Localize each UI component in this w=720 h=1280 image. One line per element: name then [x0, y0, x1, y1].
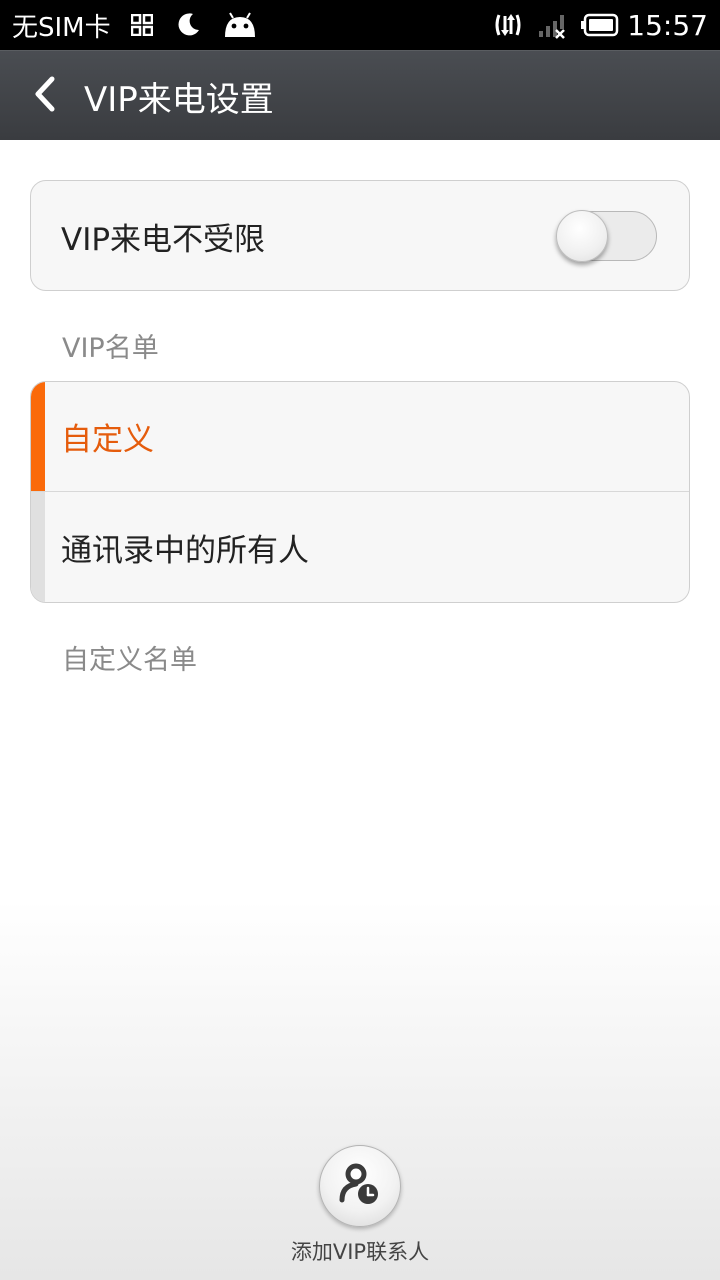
option-all-contacts[interactable]: 通讯录中的所有人	[31, 492, 689, 602]
title-bar: VIP来电设置	[0, 50, 720, 140]
vip-unrestricted-row[interactable]: VIP来电不受限	[30, 180, 690, 291]
back-button[interactable]	[20, 67, 70, 125]
unselected-indicator	[31, 492, 45, 602]
add-vip-contact-button[interactable]	[319, 1145, 401, 1227]
status-left: 无SIM卡	[12, 0, 279, 50]
option-custom-label: 自定义	[61, 422, 154, 458]
custom-list-header: 自定义名单	[62, 645, 197, 676]
selected-indicator	[31, 382, 45, 491]
status-right: 15:57	[479, 0, 708, 50]
option-custom[interactable]: 自定义	[31, 382, 689, 492]
page-title: VIP来电设置	[84, 79, 274, 120]
clock: 15:57	[627, 8, 708, 42]
data-sync-icon	[493, 11, 523, 39]
add-contact-icon	[336, 1160, 384, 1212]
vip-unrestricted-switch[interactable]	[556, 210, 657, 262]
moon-icon	[175, 12, 201, 38]
no-signal-icon	[537, 11, 567, 39]
vip-list-options: 自定义 通讯录中的所有人	[30, 381, 690, 603]
app-grid-icon	[130, 14, 153, 36]
add-vip-contact-label[interactable]: 添加VIP联系人	[0, 1236, 720, 1266]
battery-icon	[581, 13, 619, 37]
carrier-label: 无SIM卡	[12, 12, 111, 43]
chevron-left-icon	[32, 76, 58, 116]
switch-knob	[556, 210, 608, 262]
vip-list-header: VIP名单	[62, 333, 159, 364]
option-all-contacts-label: 通讯录中的所有人	[61, 532, 309, 569]
android-icon	[223, 11, 257, 39]
vip-unrestricted-label: VIP来电不受限	[61, 222, 266, 258]
status-bar: 无SIM卡 15:57	[0, 0, 720, 50]
